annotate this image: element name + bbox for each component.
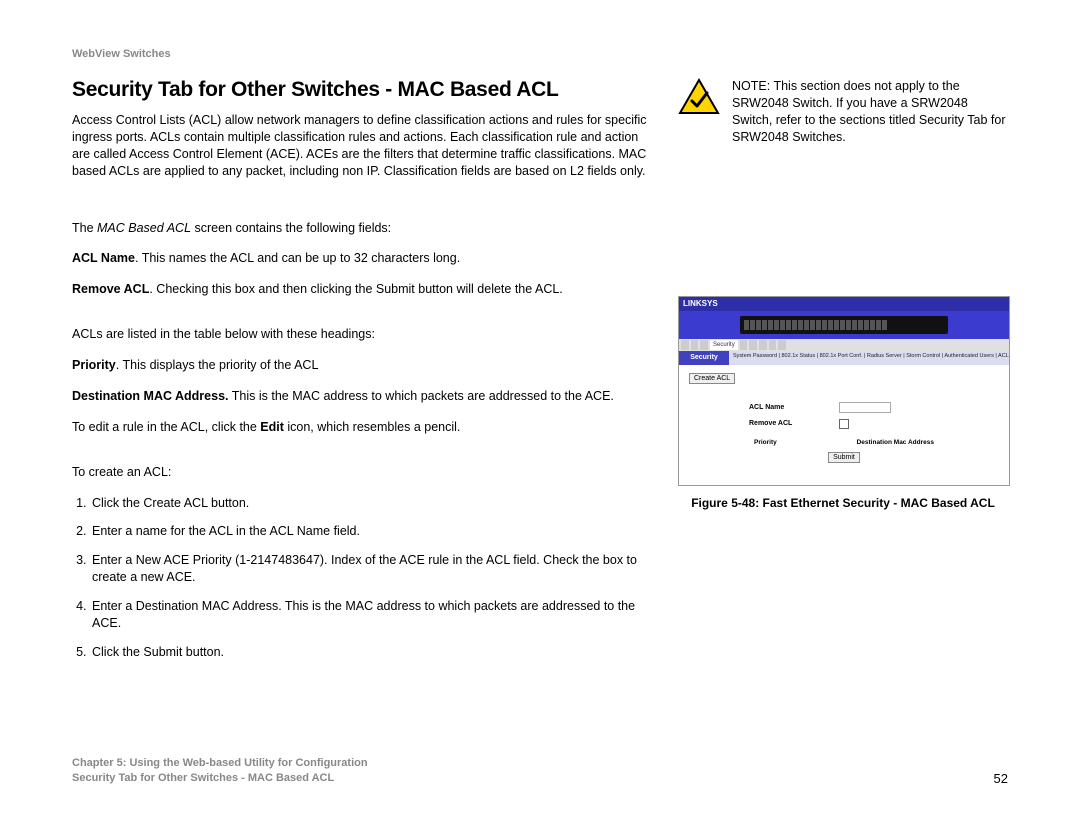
intro-paragraph: Access Control Lists (ACL) allow network… — [72, 112, 648, 180]
figure-brand: LINKSYS — [683, 299, 718, 308]
step-3: Enter a New ACE Priority (1-2147483647).… — [90, 552, 648, 586]
figure-caption: Figure 5-48: Fast Ethernet Security - MA… — [678, 496, 1008, 510]
step-2: Enter a name for the ACL in the ACL Name… — [90, 523, 648, 540]
field-remove-acl: Remove ACL. Checking this box and then c… — [72, 281, 648, 298]
field-dest-mac: Destination MAC Address. This is the MAC… — [72, 388, 648, 405]
section-title: Security Tab for Other Switches - MAC Ba… — [72, 78, 648, 102]
edit-instruction: To edit a rule in the ACL, click the Edi… — [72, 419, 648, 436]
page-footer: Chapter 5: Using the Web-based Utility f… — [72, 756, 1008, 786]
field-acl-name: ACL Name. This names the ACL and can be … — [72, 250, 648, 267]
page-number: 52 — [994, 771, 1008, 786]
table-intro: ACLs are listed in the table below with … — [72, 326, 648, 343]
left-column: Security Tab for Other Switches - MAC Ba… — [72, 78, 658, 673]
step-5: Click the Submit button. — [90, 644, 648, 661]
field-priority: Priority. This displays the priority of … — [72, 357, 648, 374]
figure-create-acl-button: Create ACL — [689, 373, 735, 384]
right-column: NOTE: This section does not apply to the… — [678, 78, 1008, 510]
step-1: Click the Create ACL button. — [90, 495, 648, 512]
note-text: NOTE: This section does not apply to the… — [732, 78, 1008, 146]
fields-intro: The MAC Based ACL screen contains the fo… — [72, 220, 648, 237]
figure-submit-button: Submit — [828, 452, 860, 463]
warning-check-icon — [678, 78, 720, 116]
create-steps: Click the Create ACL button. Enter a nam… — [72, 495, 648, 661]
note-box: NOTE: This section does not apply to the… — [678, 78, 1008, 146]
footer-subtitle: Security Tab for Other Switches - MAC Ba… — [72, 771, 368, 786]
figure-sidebar-label: Security — [679, 351, 729, 365]
figure-screenshot: LINKSYS Security — [678, 296, 1010, 486]
figure-subtabs: System Password | 802.1x Status | 802.1x… — [729, 351, 1009, 365]
product-line: WebView Switches — [72, 48, 1008, 60]
create-intro: To create an ACL: — [72, 464, 648, 481]
step-4: Enter a Destination MAC Address. This is… — [90, 598, 648, 632]
footer-chapter: Chapter 5: Using the Web-based Utility f… — [72, 756, 368, 771]
